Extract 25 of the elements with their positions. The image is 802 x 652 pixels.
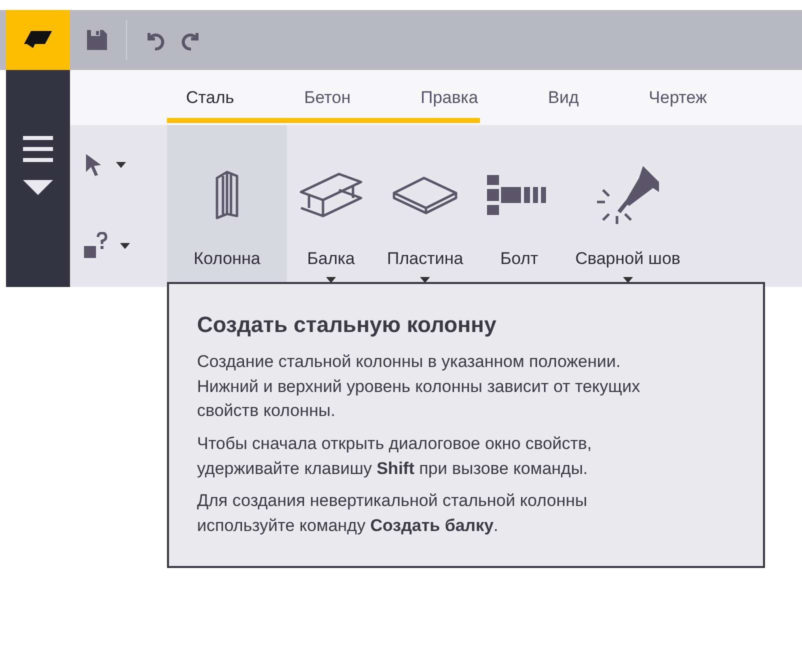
logo-icon <box>23 29 53 51</box>
tooltip-title: Создать стальную колонну <box>197 312 498 338</box>
ribbon-tab[interactable]: Вид <box>529 84 598 112</box>
menu-icon[interactable] <box>23 136 53 164</box>
ribbon-tab[interactable]: Правка <box>402 84 498 112</box>
caret-icon[interactable] <box>116 162 126 168</box>
save-icon[interactable] <box>86 29 108 51</box>
ribbon-button[interactable]: Сварной шов <box>563 125 692 287</box>
tooltip-text: Чтобы сначала открыть диалоговое окно свойств, удерживайте клавишу Shift при вызове команды. <box>197 432 593 480</box>
ribbon-tab[interactable]: Сталь <box>167 84 254 112</box>
caret-icon[interactable] <box>120 242 130 248</box>
welding-torch-icon <box>594 164 661 226</box>
tooltip-text: Создание стальной колонны в указанном положении. Нижний и верхний уровень колонны зависит от текущих свойств колонны. <box>197 351 642 422</box>
dropdown-icon[interactable] <box>23 180 53 196</box>
ribbon-button[interactable]: Балка <box>287 125 375 287</box>
ribbon-button[interactable]: Болт <box>475 125 564 287</box>
app-logo[interactable] <box>6 10 70 70</box>
beam-icon <box>299 172 363 218</box>
column-icon <box>215 170 239 220</box>
ribbon-tab[interactable]: Бетон <box>285 84 370 112</box>
plate-icon <box>392 175 458 215</box>
help-icon[interactable] <box>84 232 108 260</box>
ribbon-button[interactable]: Пластина <box>375 125 476 287</box>
tooltip-text: Для создания невертикальной стальной колонны используйте команду Создать балку. <box>197 490 588 537</box>
ribbon-tab[interactable]: Чертеж <box>630 84 726 112</box>
